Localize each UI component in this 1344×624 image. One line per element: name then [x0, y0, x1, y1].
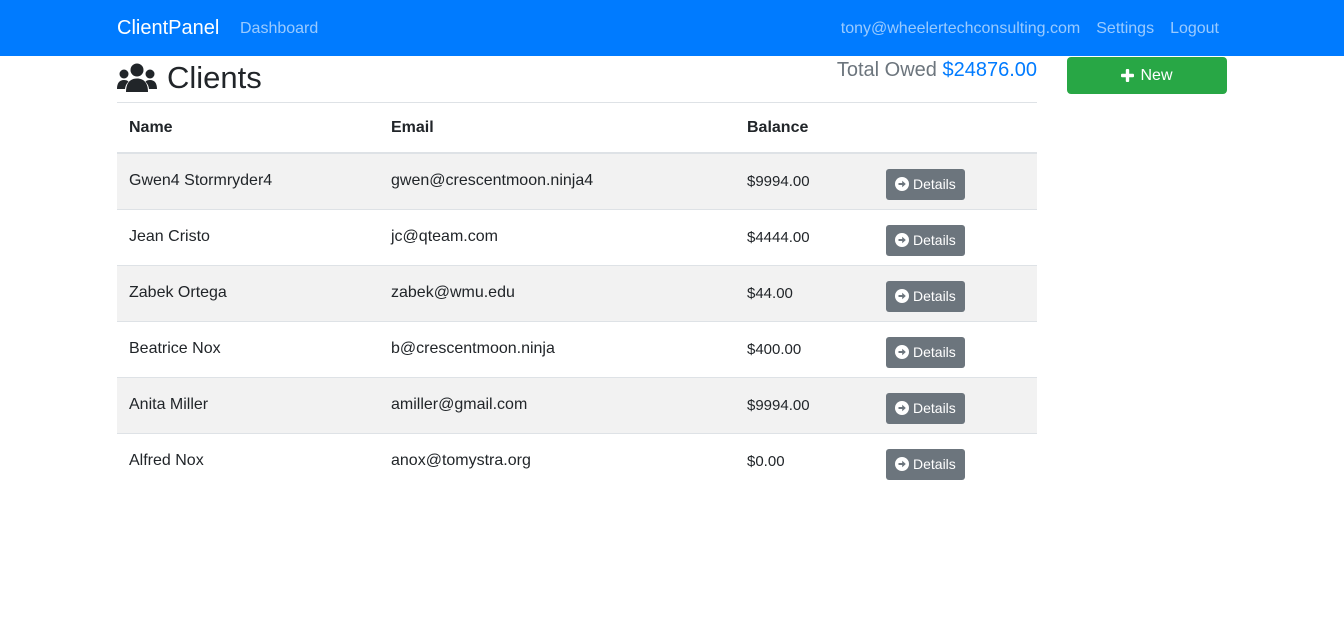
details-button[interactable]: Details — [886, 448, 965, 480]
clients-table: Name Email Balance Gwen4 Stormryder4 gwen… — [117, 102, 1037, 489]
client-balance: $0.00 — [735, 432, 874, 489]
details-button[interactable]: Details — [886, 224, 965, 256]
client-email: b@crescentmoon.ninja — [379, 320, 735, 377]
table-row: Beatrice Nox b@crescentmoon.ninja $400.00 D… — [117, 320, 1037, 377]
client-balance: $44.00 — [735, 264, 874, 321]
plus-icon — [1121, 69, 1135, 82]
client-actions: Details — [874, 208, 1037, 265]
new-client-button[interactable]: New — [1067, 57, 1227, 94]
arrow-circle-right-icon — [895, 177, 909, 192]
header-actions — [874, 103, 1037, 154]
table-header-row: Name Email Balance — [117, 103, 1037, 154]
client-name: Zabek Ortega — [117, 264, 379, 321]
details-button[interactable]: Details — [886, 392, 965, 424]
nav-settings-link[interactable]: Settings — [1096, 19, 1154, 39]
nav-dashboard-link[interactable]: Dashboard — [240, 19, 318, 39]
header-name: Name — [117, 103, 379, 154]
table-row: Gwen4 Stormryder4 gwen@crescentmoon.ninja… — [117, 153, 1037, 209]
details-label: Details — [913, 232, 956, 248]
header-email: Email — [379, 103, 735, 154]
client-actions: Details — [874, 432, 1037, 489]
total-owed-label: Total Owed — [836, 59, 937, 81]
arrow-circle-right-icon — [895, 345, 909, 359]
nav-user-email[interactable]: tony@wheelertechconsulting.com — [841, 19, 1080, 39]
header-balance: Balance — [735, 103, 874, 154]
details-label: Details — [913, 288, 956, 304]
details-label: Details — [913, 344, 956, 360]
arrow-circle-right-icon — [895, 457, 909, 472]
client-email: jc@qteam.com — [379, 208, 735, 265]
client-actions: Details — [874, 376, 1037, 433]
table-row: Zabek Ortega zabek@wmu.edu $44.00 Details — [117, 264, 1037, 321]
client-email: anox@tomystra.org — [379, 432, 735, 489]
client-balance: $9994.00 — [735, 376, 874, 433]
client-balance: $9994.00 — [735, 153, 874, 209]
arrow-circle-right-icon — [895, 233, 909, 247]
client-balance: $400.00 — [735, 320, 874, 377]
table-row: Anita Miller amiller@gmail.com $9994.00 Det… — [117, 376, 1037, 433]
users-icon — [117, 63, 157, 92]
client-actions: Details — [874, 264, 1037, 321]
client-name: Anita Miller — [117, 376, 379, 433]
client-actions: Details — [874, 320, 1037, 377]
new-button-label: New — [1140, 66, 1173, 84]
page-title: Clients — [117, 60, 262, 96]
page-title-text: Clients — [167, 60, 262, 95]
client-actions: Details — [874, 153, 1037, 209]
navbar: ClientPanel Dashboard tony@wheelertechco… — [0, 0, 1344, 56]
details-button[interactable]: Details — [886, 168, 965, 200]
table-row: Alfred Nox anox@tomystra.org $0.00 Details — [117, 432, 1037, 489]
details-button[interactable]: Details — [886, 280, 965, 312]
nav-right-group: tony@wheelertechconsulting.com Settings … — [841, 19, 1219, 39]
table-row: Jean Cristo jc@qteam.com $4444.00 Details — [117, 208, 1037, 265]
client-name: Jean Cristo — [117, 208, 379, 265]
nav-logout-link[interactable]: Logout — [1170, 19, 1219, 39]
details-label: Details — [913, 456, 956, 473]
client-name: Beatrice Nox — [117, 320, 379, 377]
client-name: Gwen4 Stormryder4 — [117, 153, 379, 209]
details-button[interactable]: Details — [886, 336, 965, 368]
client-balance: $4444.00 — [735, 208, 874, 265]
arrow-circle-right-icon — [895, 289, 909, 303]
brand-link[interactable]: ClientPanel — [117, 16, 219, 40]
details-label: Details — [913, 400, 956, 416]
client-name: Alfred Nox — [117, 432, 379, 489]
details-label: Details — [913, 176, 956, 193]
client-email: gwen@crescentmoon.ninja4 — [379, 153, 735, 209]
total-owed: Total Owed $24876.00 — [837, 58, 1037, 82]
arrow-circle-right-icon — [895, 401, 909, 415]
client-email: zabek@wmu.edu — [379, 264, 735, 321]
client-email: amiller@gmail.com — [379, 376, 735, 433]
total-owed-amount: $24876.00 — [942, 59, 1037, 81]
